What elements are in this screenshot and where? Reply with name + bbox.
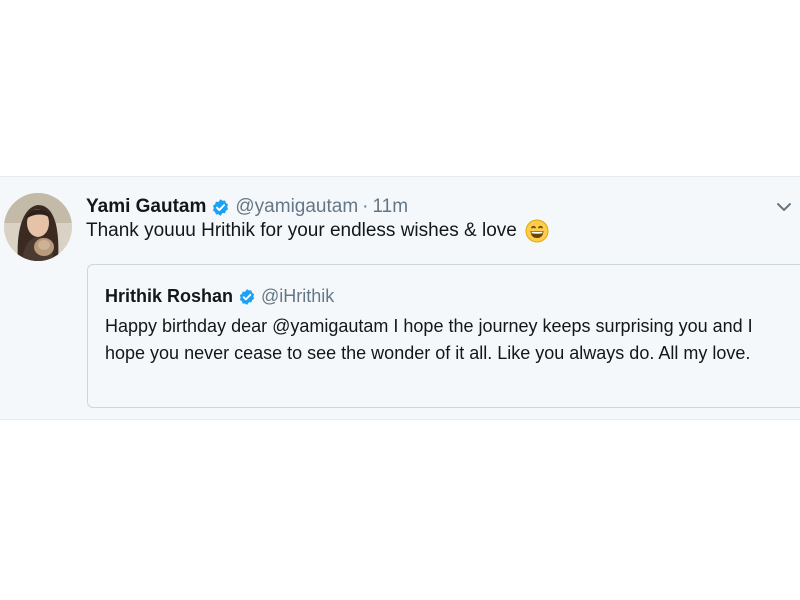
tweet-header: Yami Gautam @yamigautam · 11m: [86, 193, 408, 221]
author-handle[interactable]: @yamigautam: [235, 196, 358, 218]
chevron-down-icon[interactable]: [774, 197, 794, 217]
avatar-image: [4, 193, 72, 261]
verified-badge-icon: [211, 198, 230, 217]
tweet-card[interactable]: Yami Gautam @yamigautam · 11m Thank youu…: [0, 176, 800, 420]
author-name[interactable]: Yami Gautam: [86, 196, 206, 218]
quoted-tweet-text: Happy birthday dear @yamigautam I hope t…: [105, 316, 753, 363]
tweet-body: Thank youuu Hrithik for your endless wis…: [86, 219, 549, 243]
timestamp[interactable]: 11m: [373, 196, 409, 218]
quoted-tweet-header: Hrithik Roshan @iHrithik: [105, 286, 334, 307]
avatar[interactable]: [4, 193, 72, 261]
separator-dot: ·: [362, 196, 369, 217]
quoted-tweet[interactable]: Hrithik Roshan @iHrithik Happy birthday …: [87, 264, 800, 408]
quoted-author-name: Hrithik Roshan: [105, 286, 234, 306]
verified-badge-icon: [238, 288, 256, 306]
quoted-author-handle: @iHrithik: [261, 286, 335, 306]
tweet-text: Thank youuu Hrithik for your endless wis…: [86, 220, 517, 241]
grinning-face-emoji-icon: [525, 219, 549, 243]
